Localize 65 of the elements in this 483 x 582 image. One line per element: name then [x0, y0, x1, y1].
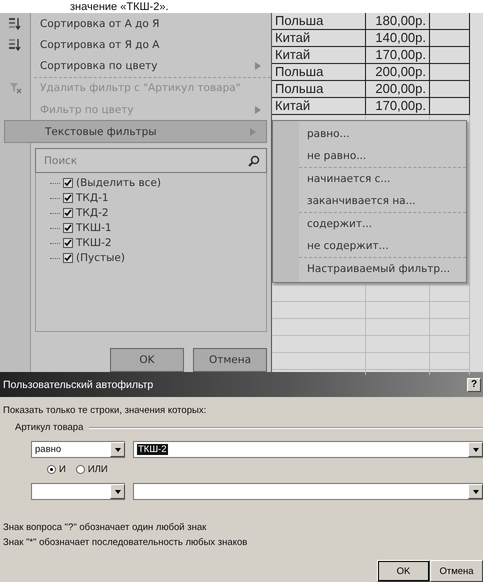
caret-icon: [472, 448, 478, 452]
submenu-arrow-icon: [250, 128, 256, 136]
table-cell: Польша: [272, 81, 366, 97]
submenu-arrow-icon: [255, 62, 261, 70]
table-cell: Польша: [272, 13, 366, 29]
table-cell: 180,00р.: [366, 13, 430, 29]
menu-item[interactable]: начинается с...: [273, 168, 466, 190]
table-cell: 170,00р.: [366, 98, 430, 114]
clear-filter-icon: [8, 82, 22, 94]
submenu-arrow-icon: [255, 106, 261, 114]
table-cell: Китай: [272, 47, 366, 63]
checkbox[interactable]: [63, 193, 73, 204]
caption-text: значение «ТКШ-2».: [70, 0, 169, 12]
prompt-text: Показать только те строки, значения которых:: [3, 405, 208, 416]
operator-dropdown[interactable]: равно: [31, 441, 125, 458]
caret-icon: [472, 490, 478, 494]
value-label: (Пустые): [76, 252, 125, 264]
caret-icon: [114, 490, 120, 494]
menu-item[interactable]: Настраиваемый фильтр...: [273, 258, 466, 280]
sort-ascending-icon: [8, 16, 22, 31]
cancel-button[interactable]: Отмена: [430, 560, 483, 582]
ok-button[interactable]: OK: [110, 348, 184, 372]
menu-item[interactable]: Сортировка от Я до А: [0, 34, 271, 56]
menu-item[interactable]: Сортировка от А до Я: [0, 13, 271, 34]
menu-item[interactable]: равно...: [273, 123, 466, 145]
table-cell: 140,00р.: [366, 30, 430, 46]
menu-item[interactable]: Сортировка по цвету: [34, 55, 271, 78]
group-label: Артикул товара: [15, 422, 84, 433]
table-cell: 200,00р.: [366, 64, 430, 80]
menu-item[interactable]: заканчивается на...: [299, 190, 466, 213]
value-label: ТКД-2: [76, 207, 109, 220]
radio-button[interactable]: И: [47, 464, 66, 475]
table-cell: 170,00р.: [366, 47, 430, 63]
checkbox[interactable]: [63, 238, 73, 248]
menu-item[interactable]: не равно...: [299, 145, 466, 168]
menu-item[interactable]: не содержит...: [299, 235, 466, 258]
table-cell: 200,00р.: [366, 81, 430, 97]
sort-descending-icon: [8, 38, 22, 52]
caret-icon: [114, 448, 120, 452]
table-cell: Китай: [272, 98, 366, 114]
search-icon: [248, 154, 260, 166]
menu-item[interactable]: содержит...: [273, 213, 466, 235]
operator-dropdown[interactable]: [31, 483, 125, 500]
value-label: (Выделить все): [76, 177, 162, 190]
menu-item[interactable]: Текстовые фильтры: [4, 120, 267, 144]
help-button[interactable]: ?: [467, 378, 481, 392]
value-label: ТКШ-2: [76, 237, 112, 250]
search-field[interactable]: Поиск: [42, 154, 248, 168]
checkbox[interactable]: [63, 208, 73, 218]
value-dropdown[interactable]: [133, 483, 483, 500]
checkbox[interactable]: [63, 223, 73, 234]
table-cell: Китай: [272, 30, 366, 46]
value-label: ТКД-1: [76, 192, 109, 204]
checkbox[interactable]: [63, 178, 73, 188]
table-cell: Польша: [272, 64, 366, 80]
cancel-button[interactable]: Отмена: [193, 348, 267, 372]
ok-button[interactable]: OK: [377, 560, 430, 582]
window-title: Пользовательский автофильтр: [3, 378, 154, 390]
hint-text: Знак вопроса "?" обозначает один любой знак: [3, 522, 208, 533]
checkbox[interactable]: [63, 253, 73, 264]
value-label: ТКШ-1: [76, 222, 112, 234]
search-box[interactable]: Поиск: [35, 148, 267, 173]
radio-button[interactable]: ИЛИ: [76, 464, 108, 475]
hint-text: Знак "*" обозначает последовательность любых знаков: [3, 537, 248, 548]
value-dropdown[interactable]: ТКШ-2: [133, 441, 483, 458]
